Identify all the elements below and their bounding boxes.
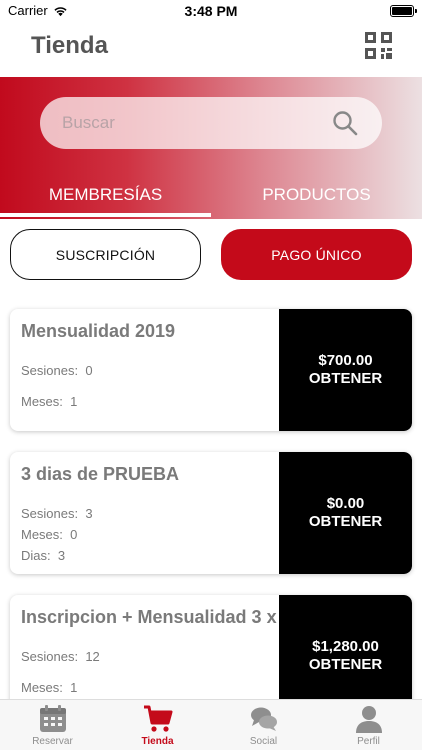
user-icon [355,706,382,733]
get-label: OBTENER [308,370,383,387]
tab-membresias[interactable]: MEMBRESÍAS [0,185,211,205]
membership-title: Inscripcion + Mensualidad 3 x S [21,607,279,627]
one-time-payment-button[interactable]: PAGO ÚNICO [221,229,412,280]
meta-value: 1 [70,394,78,409]
membership-sessions: Sesiones: 0 [21,363,93,378]
tabbar-item-tienda[interactable]: Tienda [105,704,210,747]
meta-label: Sesiones: [21,363,79,378]
meta-label: Sesiones: [21,506,79,521]
subscription-button[interactable]: SUSCRIPCIÓN [10,229,201,280]
membership-months: Meses: 1 [21,394,77,409]
qr-code-icon[interactable] [365,32,392,59]
meta-label: Meses: [21,527,63,542]
tabbar-label: Social [249,736,278,747]
membership-months: Meses: 0 [21,527,77,542]
meta-value: 12 [85,649,100,664]
tabbar-item-perfil[interactable]: Perfil [316,704,421,747]
meta-value: 1 [70,680,78,695]
membership-days: Dias: 3 [21,548,65,563]
bottom-tab-bar: Reservar Tienda Social Perfil [0,699,422,750]
calendar-icon [39,705,66,732]
get-membership-button[interactable]: $0.00 OBTENER [279,452,412,574]
tab-productos[interactable]: PRODUCTOS [211,185,422,205]
meta-label: Sesiones: [21,649,79,664]
tabbar-item-reservar[interactable]: Reservar [0,704,105,747]
meta-label: Meses: [21,394,63,409]
tabbar-label: Reservar [32,736,73,747]
search-icon[interactable] [332,110,358,136]
meta-value: 3 [57,548,66,563]
get-membership-button[interactable]: $700.00 OBTENER [279,309,412,431]
membership-sessions: Sesiones: 3 [21,506,93,521]
meta-value: 3 [85,506,93,521]
active-tab-indicator [0,213,211,217]
membership-price: $1,280.00 [312,638,379,655]
chat-bubbles-icon [250,707,277,731]
meta-value: 0 [70,527,78,542]
get-label: OBTENER [308,513,383,530]
tabbar-label: Tienda [141,736,174,747]
page-title: Tienda [31,32,108,59]
search-input[interactable]: Buscar [40,97,382,149]
meta-label: Dias: [21,548,51,563]
meta-label: Meses: [21,680,63,695]
battery-icon [390,5,417,17]
membership-price: $700.00 [318,352,373,369]
tabbar-label: Perfil [357,736,380,747]
get-label: OBTENER [308,656,383,673]
status-time: 3:48 PM [184,3,238,19]
membership-months: Meses: 1 [21,680,77,695]
membership-card: 3 dias de PRUEBA Sesiones: 3 Meses: 0 Di… [10,452,412,574]
status-bar: Carrier 3:48 PM [0,0,422,22]
meta-value: 0 [85,363,93,378]
membership-sessions: Sesiones: 12 [21,649,100,664]
search-placeholder: Buscar [62,113,115,132]
store-header: Buscar MEMBRESÍAS PRODUCTOS [0,77,422,219]
membership-title: Mensualidad 2019 [21,321,176,341]
tabbar-item-social[interactable]: Social [211,704,316,747]
cart-icon [143,705,172,732]
membership-price: $0.00 [326,495,365,512]
membership-title: 3 dias de PRUEBA [21,464,180,484]
membership-card: Mensualidad 2019 Sesiones: 0 Meses: 1 $7… [10,309,412,431]
